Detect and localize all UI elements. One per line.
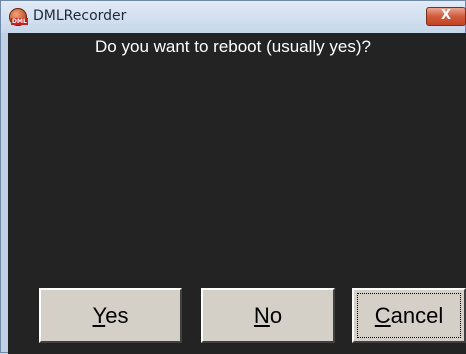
no-mnemonic: N xyxy=(253,303,270,328)
cancel-mnemonic: C xyxy=(374,303,391,328)
yes-mnemonic: Y xyxy=(92,303,106,328)
dialog-message: Do you want to reboot (usually yes)? xyxy=(95,37,371,56)
window-title: DMLRecorder xyxy=(33,8,127,24)
app-icon-badge: DML xyxy=(11,18,28,25)
close-icon: X xyxy=(440,8,452,23)
dml-recorder-icon: DML xyxy=(9,8,28,26)
no-label: o xyxy=(269,303,283,328)
yes-button[interactable]: Yes xyxy=(39,288,182,343)
close-button[interactable]: X xyxy=(426,7,466,26)
cancel-button[interactable]: Cancel xyxy=(352,288,466,343)
title-bar[interactable]: DML DMLRecorder X xyxy=(1,1,466,33)
yes-label: es xyxy=(105,303,129,328)
no-button[interactable]: No xyxy=(201,288,335,343)
cancel-label: ancel xyxy=(390,303,444,328)
